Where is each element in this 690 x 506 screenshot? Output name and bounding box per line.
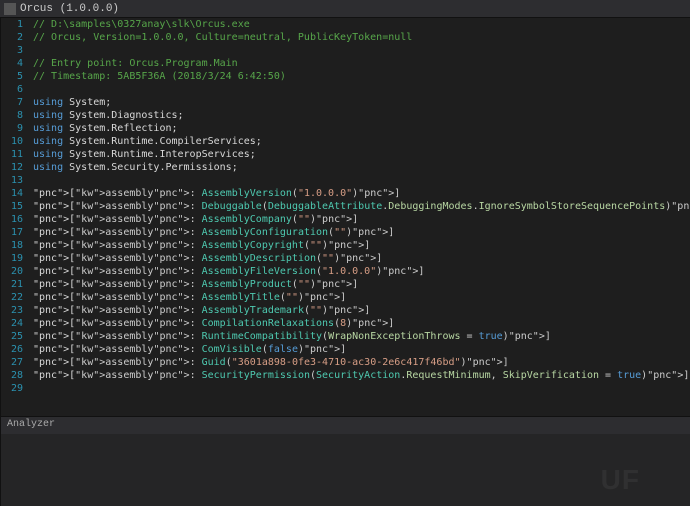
- code-editor[interactable]: 1 2 3 4 5 6 7 8 9 10 11 12 13 14 15 16 1…: [1, 18, 690, 416]
- code-lines: // D:\samples\0327anay\slk\Orcus.exe // …: [29, 18, 690, 416]
- right-pane: 1 2 3 4 5 6 7 8 9 10 11 12 13 14 15 16 1…: [0, 18, 690, 506]
- analyzer-tab[interactable]: Analyzer: [1, 416, 690, 434]
- analyzer-body: UF: [1, 434, 690, 506]
- watermark: UF: [601, 464, 640, 496]
- window-title: Orcus (1.0.0.0): [20, 3, 119, 15]
- analyzer-title: Analyzer: [7, 419, 55, 430]
- main-split: ◢Orcus.exe◢Orcus.exe▸References▸Resource…: [0, 18, 690, 506]
- app-icon: [4, 3, 16, 15]
- title-bar: Orcus (1.0.0.0): [0, 0, 690, 18]
- line-gutter: 1 2 3 4 5 6 7 8 9 10 11 12 13 14 15 16 1…: [1, 18, 29, 416]
